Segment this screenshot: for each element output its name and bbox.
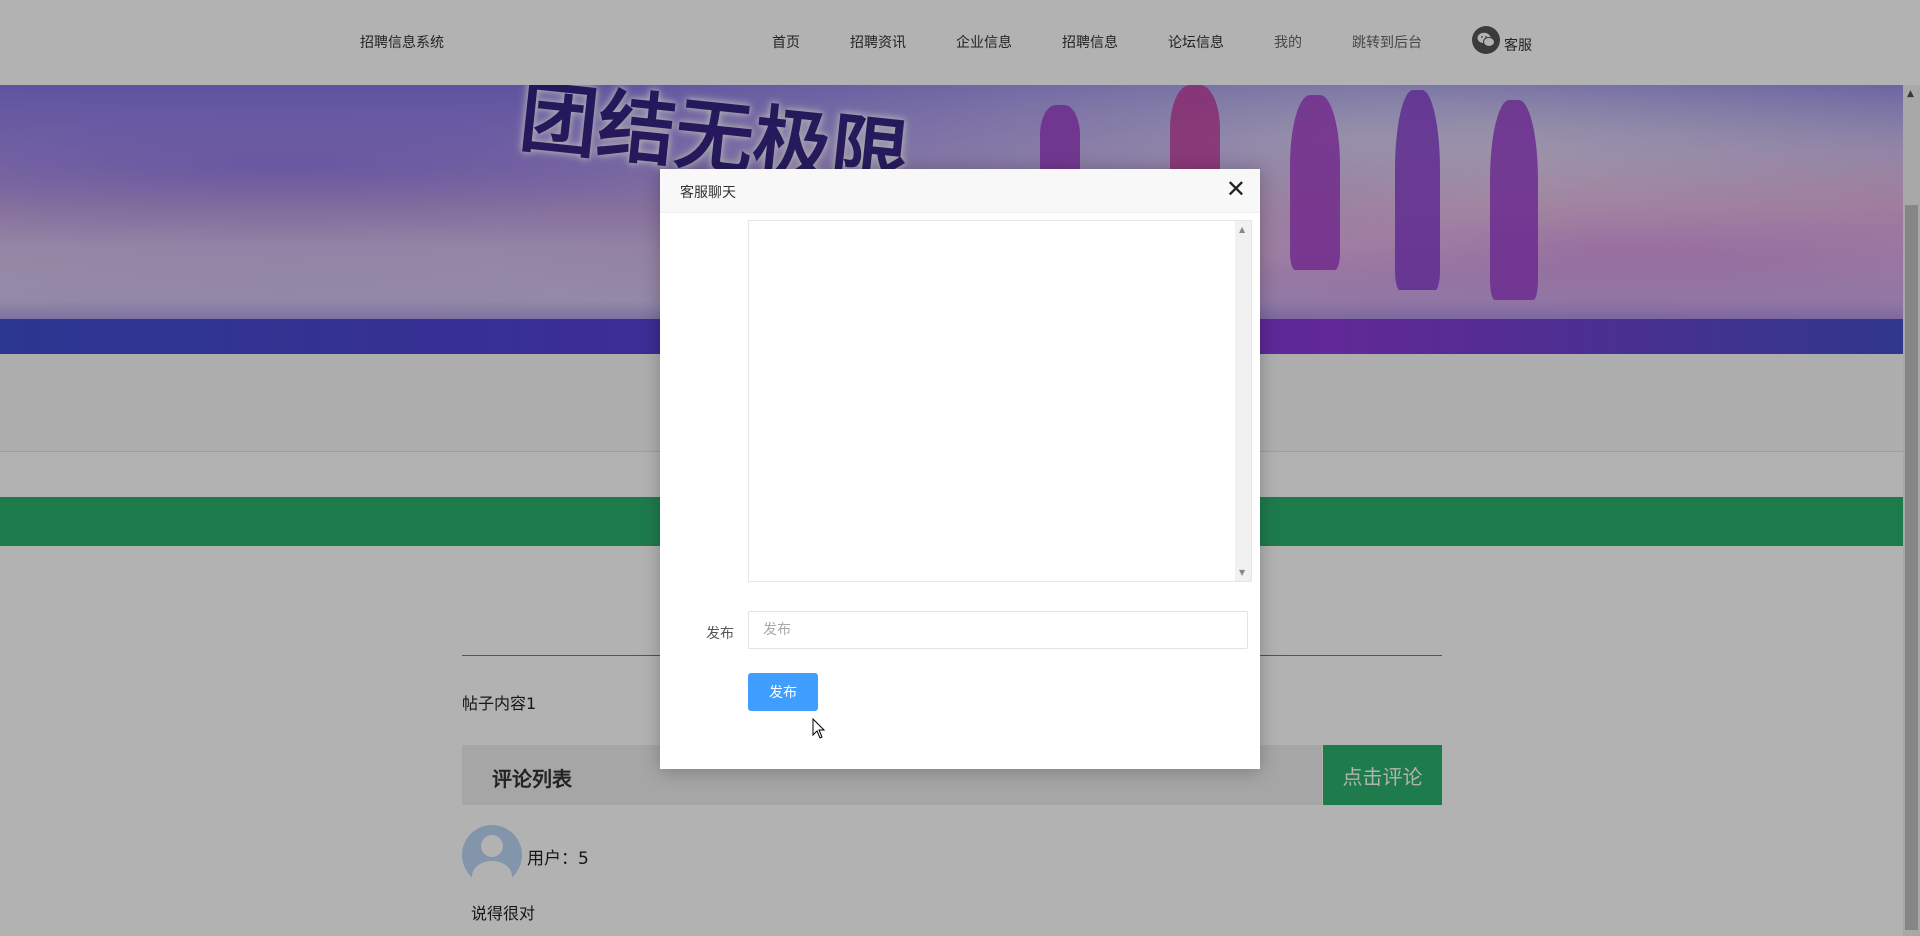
customer-service-dialog: 客服聊天 ✕ ▲ ▼ 发布 发布 (660, 169, 1260, 769)
publish-label: 发布 (706, 626, 734, 642)
chat-scrollbar[interactable]: ▲ ▼ (1235, 221, 1251, 581)
dialog-header: 客服聊天 ✕ (660, 169, 1260, 213)
chat-scroll-up-icon[interactable]: ▲ (1239, 225, 1245, 234)
chat-scroll-down-icon[interactable]: ▼ (1239, 568, 1245, 577)
chat-messages-area[interactable]: ▲ ▼ (748, 220, 1252, 582)
dialog-title: 客服聊天 (680, 185, 736, 201)
close-icon[interactable]: ✕ (1226, 177, 1246, 201)
publish-button[interactable]: 发布 (748, 673, 818, 711)
publish-input[interactable] (748, 611, 1248, 649)
